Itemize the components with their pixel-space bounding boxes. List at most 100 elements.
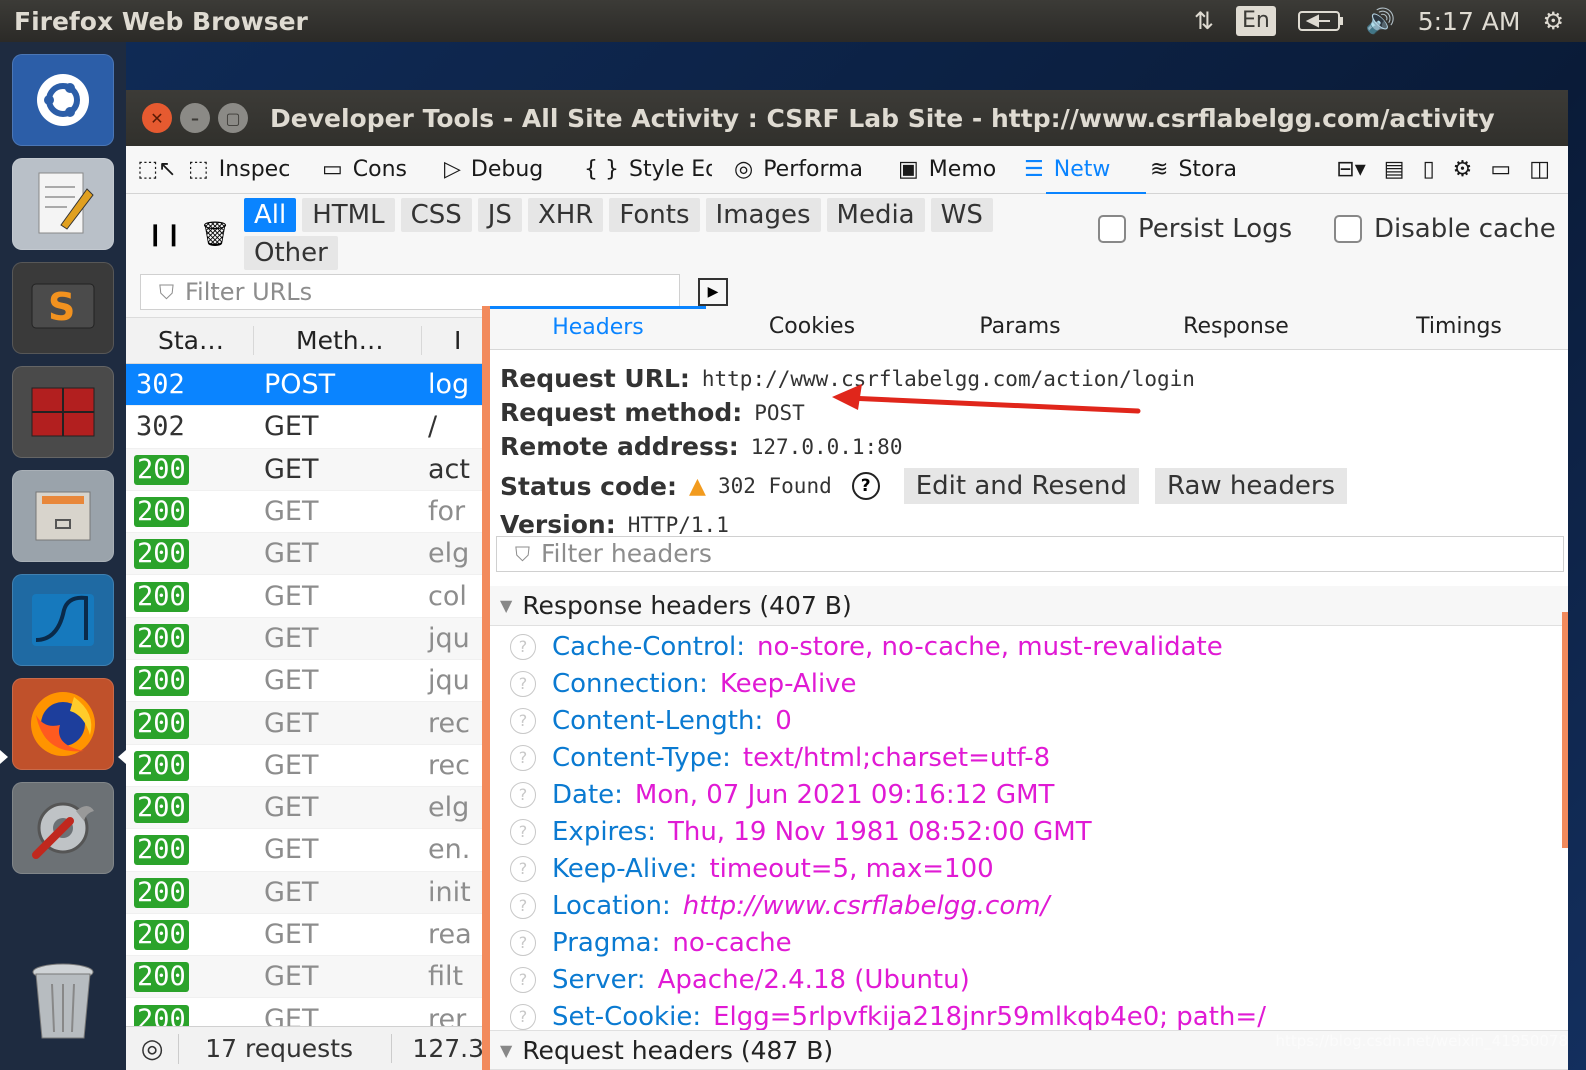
- element-picker-icon[interactable]: ⬚↖: [126, 157, 188, 182]
- tab-response[interactable]: Response: [1122, 306, 1350, 350]
- window-titlebar[interactable]: ✕ – ▢ Developer Tools - All Site Activit…: [126, 90, 1568, 146]
- filter-other[interactable]: Other: [244, 236, 338, 270]
- dash-home-icon[interactable]: [12, 54, 114, 146]
- help-icon[interactable]: ?: [851, 472, 880, 500]
- filter-fonts[interactable]: Fonts: [609, 198, 700, 232]
- clear-trash-icon[interactable]: 🗑: [200, 220, 230, 248]
- header-help-icon[interactable]: ?: [510, 707, 536, 734]
- sublime-text-icon[interactable]: S: [12, 262, 114, 354]
- request-row[interactable]: 200 GET filt: [126, 956, 482, 999]
- request-row[interactable]: 200 GET jqu: [126, 660, 482, 703]
- terminal-icon[interactable]: [12, 366, 114, 458]
- disable-cache-box[interactable]: [1334, 215, 1362, 243]
- tab-network[interactable]: ☰ Netw: [1024, 157, 1128, 182]
- filter-xhr[interactable]: XHR: [527, 198, 604, 232]
- tab-storage[interactable]: ≋ Stora: [1150, 157, 1242, 182]
- request-list-footer: ◎ 17 requests 127.3: [126, 1026, 484, 1070]
- filter-html[interactable]: HTML: [302, 198, 395, 232]
- filter-urls-input[interactable]: ⛉ Filter URLs: [140, 274, 680, 310]
- panel-splitter[interactable]: [482, 306, 490, 1070]
- minimize-window-button[interactable]: –: [180, 103, 210, 133]
- performance-analysis-icon[interactable]: ◎: [126, 1033, 180, 1064]
- volume-icon[interactable]: 🔊: [1366, 0, 1396, 42]
- tab-style-editor[interactable]: { } Style Ed: [584, 157, 712, 182]
- header-help-icon[interactable]: ?: [510, 744, 536, 771]
- request-row[interactable]: 200 GET elg: [126, 786, 482, 830]
- pause-icon[interactable]: ❙❙: [146, 222, 183, 247]
- filter-ws[interactable]: WS: [930, 198, 993, 232]
- persist-logs-box[interactable]: [1098, 215, 1126, 243]
- tab-debugger[interactable]: ▷ Debug: [444, 157, 562, 182]
- request-row[interactable]: 200 GET col: [126, 575, 482, 618]
- tab-memory[interactable]: ▣ Memo: [898, 157, 1002, 182]
- column-method[interactable]: Meth…: [254, 326, 422, 355]
- tab-timings[interactable]: Timings: [1350, 306, 1568, 350]
- request-count: 17 requests: [179, 1034, 393, 1063]
- dock-bottom-icon[interactable]: ▭: [1490, 157, 1511, 182]
- response-headers-section[interactable]: ▼ Response headers (407 B): [490, 586, 1568, 626]
- filter-headers-input[interactable]: ⛉ Filter headers: [496, 536, 1564, 572]
- tab-params[interactable]: Params: [918, 306, 1122, 350]
- wireshark-icon[interactable]: [12, 574, 114, 666]
- filter-all[interactable]: All: [244, 198, 297, 232]
- header-name: Location:: [552, 890, 671, 921]
- disable-cache-checkbox[interactable]: Disable cache: [1334, 214, 1556, 244]
- filter-js[interactable]: JS: [477, 198, 522, 232]
- request-row[interactable]: 200 GET init: [126, 871, 482, 914]
- status-cell: 200: [126, 961, 254, 993]
- request-row[interactable]: 200 GET rec: [126, 702, 482, 745]
- text-editor-icon[interactable]: [12, 158, 114, 250]
- persist-logs-checkbox[interactable]: Persist Logs: [1098, 214, 1292, 244]
- maximize-window-button[interactable]: ▢: [218, 103, 248, 133]
- raw-headers-button[interactable]: Raw headers: [1154, 468, 1348, 504]
- firefox-icon[interactable]: [12, 678, 114, 770]
- power-gear-icon[interactable]: ⚙: [1542, 0, 1564, 42]
- header-help-icon[interactable]: ?: [510, 818, 536, 845]
- header-help-icon[interactable]: ?: [510, 929, 536, 956]
- system-settings-icon[interactable]: [12, 782, 114, 874]
- trash-icon[interactable]: [12, 956, 114, 1048]
- settings-gear-icon[interactable]: ⚙: [1453, 157, 1473, 182]
- request-row[interactable]: 200 GET elg: [126, 533, 482, 576]
- screenshot-icon[interactable]: ▯: [1423, 157, 1435, 182]
- toggle-sidebar-icon[interactable]: ▶: [698, 278, 728, 306]
- header-help-icon[interactable]: ?: [510, 855, 536, 882]
- request-row[interactable]: 200 GET rec: [126, 745, 482, 787]
- tab-console[interactable]: ▭ Cons: [322, 157, 422, 182]
- request-row[interactable]: 302 POST log: [126, 364, 482, 407]
- scratchpad-icon[interactable]: ▤: [1384, 157, 1405, 182]
- column-status[interactable]: Sta…: [126, 326, 254, 355]
- battery-icon[interactable]: [1297, 0, 1344, 42]
- request-row[interactable]: 200 GET for: [126, 491, 482, 534]
- filter-css[interactable]: CSS: [400, 198, 472, 232]
- responsive-mode-icon[interactable]: ⊟▾: [1336, 157, 1365, 182]
- header-help-icon[interactable]: ?: [510, 633, 536, 660]
- header-value: http://www.csrflabelgg.com/: [682, 890, 1050, 921]
- tab-performance[interactable]: ◎ Performa: [734, 157, 876, 182]
- request-row[interactable]: 200 GET act: [126, 448, 482, 491]
- tab-inspector[interactable]: ⬚ Inspec: [188, 157, 300, 182]
- header-help-icon[interactable]: ?: [510, 1003, 536, 1030]
- dock-side-icon[interactable]: ◫: [1529, 157, 1550, 182]
- tab-headers[interactable]: Headers: [490, 306, 706, 350]
- header-help-icon[interactable]: ?: [510, 670, 536, 697]
- request-row[interactable]: 200 GET en.: [126, 829, 482, 872]
- request-row[interactable]: 200 GET rea: [126, 914, 482, 957]
- edit-and-resend-button[interactable]: Edit and Resend: [903, 468, 1139, 504]
- filter-images[interactable]: Images: [705, 198, 821, 232]
- files-icon[interactable]: [12, 470, 114, 562]
- request-row[interactable]: 200 GET jqu: [126, 617, 482, 661]
- header-help-icon[interactable]: ?: [510, 781, 536, 808]
- method-cell: GET: [264, 876, 319, 908]
- header-help-icon[interactable]: ?: [510, 966, 536, 993]
- network-icon[interactable]: ⇅: [1194, 0, 1214, 42]
- details-scrollbar[interactable]: [1562, 612, 1568, 848]
- clock[interactable]: 5:17 AM: [1418, 0, 1521, 42]
- request-row[interactable]: 302 GET /: [126, 406, 482, 449]
- keyboard-layout-indicator[interactable]: En: [1235, 0, 1276, 42]
- header-help-icon[interactable]: ?: [510, 892, 536, 919]
- column-file[interactable]: I: [422, 326, 461, 355]
- filter-media[interactable]: Media: [826, 198, 925, 232]
- close-window-button[interactable]: ✕: [142, 103, 172, 133]
- tab-cookies[interactable]: Cookies: [706, 306, 918, 350]
